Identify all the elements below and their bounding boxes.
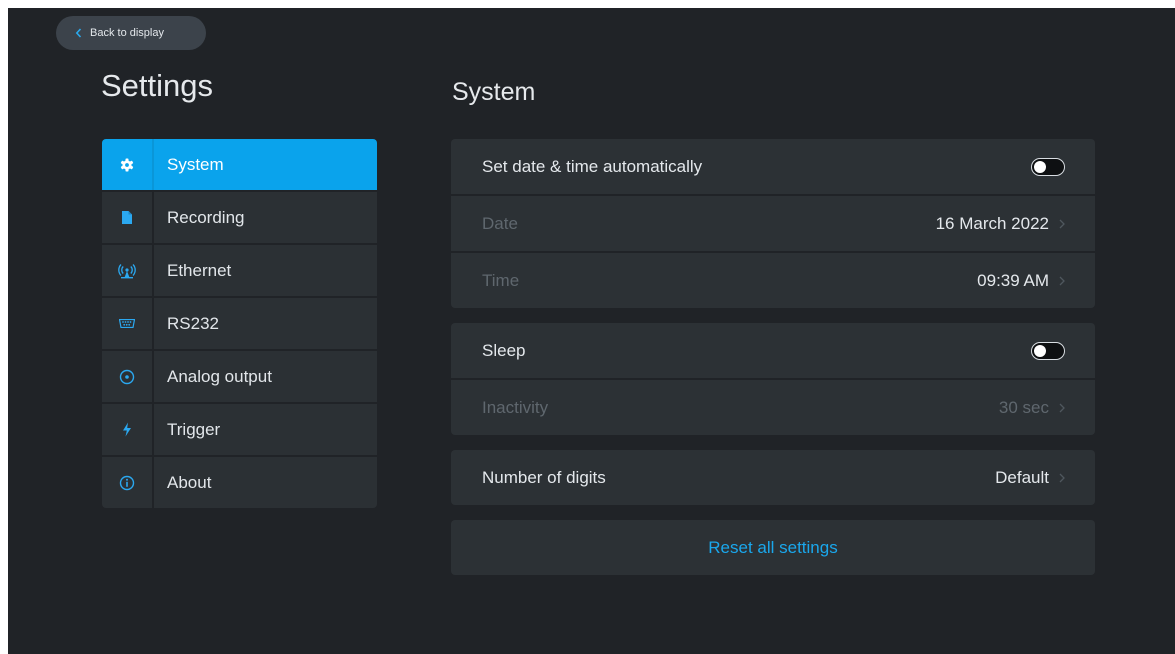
file-icon [102, 192, 152, 243]
date-label: Date [482, 213, 518, 233]
chevron-right-icon [1059, 219, 1065, 229]
gear-icon [102, 139, 152, 190]
sidebar-item-label: Analog output [167, 366, 272, 386]
date-value: 16 March 2022 [935, 213, 1049, 233]
sidebar-item-system[interactable]: System [102, 139, 377, 190]
digits-group: Number of digits Default [451, 450, 1095, 505]
sidebar-item-label: Ethernet [167, 260, 232, 280]
page-title: System [452, 78, 536, 106]
time-label: Time [482, 270, 520, 290]
time-row[interactable]: Time 09:39 AM [451, 253, 1095, 308]
sidebar-item-about[interactable]: About [102, 457, 377, 508]
auto-datetime-row[interactable]: Set date & time automatically [451, 139, 1095, 194]
back-to-display-label: Back to display [90, 27, 164, 39]
sleep-toggle[interactable] [1031, 341, 1065, 360]
digits-value: Default [995, 467, 1049, 487]
network-antenna-icon [102, 245, 152, 296]
settings-screen: Back to display Settings System System R… [8, 8, 1175, 654]
date-value-wrap: 16 March 2022 [936, 214, 1065, 234]
digits-label: Number of digits [482, 467, 606, 487]
sidebar-item-recording[interactable]: Recording [102, 192, 377, 243]
target-circle-icon [102, 351, 152, 402]
sidebar-item-label: RS232 [167, 313, 219, 333]
time-value: 09:39 AM [977, 270, 1049, 290]
sidebar-item-ethernet[interactable]: Ethernet [102, 245, 377, 296]
sleep-group: Sleep Inactivity 30 sec [451, 323, 1095, 435]
digits-row[interactable]: Number of digits Default [451, 450, 1095, 505]
sidebar-item-label: Trigger [167, 419, 221, 439]
lightning-bolt-icon [102, 404, 152, 455]
inactivity-label: Inactivity [482, 397, 549, 417]
back-to-display-button[interactable]: Back to display [56, 16, 206, 50]
chevron-right-icon [1059, 276, 1065, 286]
chevron-left-icon [75, 28, 82, 38]
sidebar-item-trigger[interactable]: Trigger [102, 404, 377, 455]
digits-value-wrap: Default [995, 468, 1065, 488]
chevron-right-icon [1059, 473, 1065, 483]
chevron-right-icon [1059, 403, 1065, 413]
time-value-wrap: 09:39 AM [977, 271, 1065, 291]
auto-datetime-label: Set date & time automatically [482, 156, 703, 176]
inactivity-row[interactable]: Inactivity 30 sec [451, 380, 1095, 435]
toggle-knob [1034, 160, 1046, 173]
toggle-knob [1034, 344, 1046, 357]
inactivity-value-wrap: 30 sec [999, 398, 1065, 418]
datetime-group: Set date & time automatically Date 16 Ma… [451, 139, 1095, 308]
date-row[interactable]: Date 16 March 2022 [451, 196, 1095, 251]
inactivity-value: 30 sec [998, 397, 1049, 417]
serial-port-icon [102, 298, 152, 349]
sidebar-item-label: Recording [167, 207, 245, 227]
sidebar-item-rs232[interactable]: RS232 [102, 298, 377, 349]
sleep-label: Sleep [482, 340, 526, 360]
sleep-row[interactable]: Sleep [451, 323, 1095, 378]
reset-all-settings-button[interactable]: Reset all settings [451, 520, 1095, 575]
sidebar: System Recording Ethernet RS232 Analog o… [102, 139, 377, 508]
sidebar-item-label: System [167, 154, 224, 174]
sidebar-item-label: About [167, 472, 212, 492]
settings-title: Settings [101, 68, 214, 103]
auto-datetime-toggle[interactable] [1031, 157, 1065, 176]
info-icon [102, 457, 152, 508]
sidebar-item-analog-output[interactable]: Analog output [102, 351, 377, 402]
